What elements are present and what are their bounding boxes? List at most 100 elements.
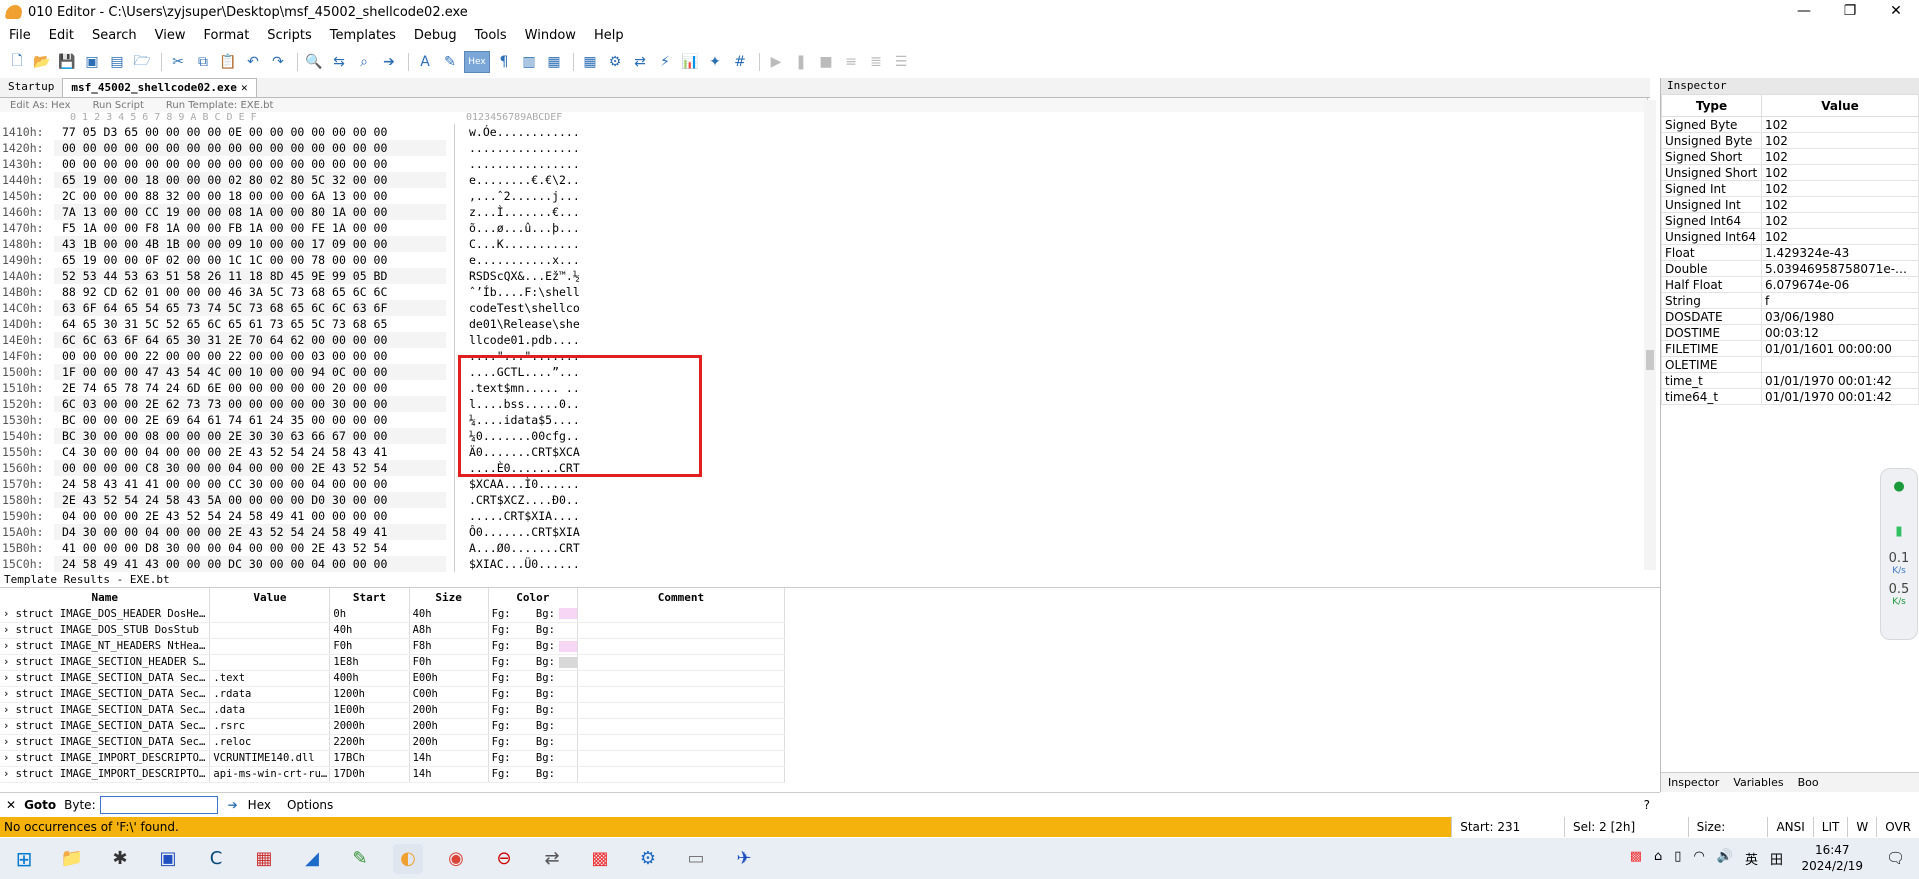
compare-icon[interactable]: ⇄ xyxy=(629,51,651,73)
inspector-value[interactable]: 102 xyxy=(1761,148,1919,165)
template-row[interactable]: › struct IMAGE_IMPORT_DESCRIPTO… api-ms-w… xyxy=(0,766,785,783)
template-row[interactable]: › struct IMAGE_SECTION_DATA Sec… .text 400… xyxy=(0,670,785,687)
inspector-row[interactable]: Half Float 6.079674e-06 xyxy=(1661,276,1919,293)
expand-arrow-icon[interactable]: › xyxy=(3,768,16,780)
scroll-thumb[interactable] xyxy=(1646,350,1654,370)
save-as-icon[interactable]: ▣ xyxy=(81,51,103,73)
binary-icon[interactable]: ▦ xyxy=(543,51,565,73)
inspector-value[interactable]: 00:03:12 xyxy=(1761,324,1919,341)
row-bytes[interactable]: BC 00 00 00 2E 69 64 61 74 61 24 35 00 0… xyxy=(54,412,446,428)
edit-as-dropdown[interactable]: Edit As: Hex xyxy=(10,100,71,111)
network-tray-icon[interactable]: ⌂ xyxy=(1654,849,1662,868)
row-ascii[interactable]: codeTest\shellco xyxy=(454,300,614,316)
bg-swatch[interactable] xyxy=(559,705,576,716)
row-bytes[interactable]: 24 58 43 41 41 00 00 00 CC 30 00 00 04 0… xyxy=(54,476,446,492)
template-color[interactable]: Fg: Bg: xyxy=(488,702,578,719)
inspector-value[interactable] xyxy=(1761,356,1919,373)
row-ascii[interactable]: Ô0.......CRT$XIA xyxy=(454,524,614,540)
expand-arrow-icon[interactable]: › xyxy=(3,688,16,700)
hex-dropdown[interactable]: Hex xyxy=(248,798,271,812)
device-app-icon[interactable]: ▭ xyxy=(681,844,711,874)
inspector-value[interactable]: 03/06/1980 xyxy=(1761,308,1919,325)
inspector-row[interactable]: Double 5.03946958758071e-… xyxy=(1661,260,1919,277)
row-ascii[interactable]: llcode01.pdb.... xyxy=(454,332,614,348)
cut-icon[interactable]: ✂ xyxy=(167,51,189,73)
col-color[interactable]: Color xyxy=(488,588,578,606)
row-bytes[interactable]: 2E 43 52 54 24 58 43 5A 00 00 00 00 D0 3… xyxy=(54,492,446,508)
hex-scrollbar[interactable] xyxy=(1644,100,1656,570)
row-ascii[interactable]: e...........x... xyxy=(454,252,614,268)
columns-icon[interactable]: ▥ xyxy=(518,51,540,73)
language-indicator[interactable]: 英 xyxy=(1745,849,1758,868)
step-icon[interactable]: ≡ xyxy=(840,51,862,73)
font-icon[interactable]: A xyxy=(414,51,436,73)
row-bytes[interactable]: 2E 74 65 78 74 24 6D 6E 00 00 00 00 00 2… xyxy=(54,380,446,396)
col-start[interactable]: Start xyxy=(329,588,410,606)
switch-app-icon[interactable]: ⇄ xyxy=(537,844,567,874)
open-folder-icon[interactable]: 🗁 xyxy=(131,51,153,73)
maximize-button[interactable]: ❐ xyxy=(1827,0,1873,24)
bug-tool-icon[interactable]: ✱ xyxy=(105,844,135,874)
inspector-row[interactable]: time_t 01/01/1970 00:01:42 xyxy=(1661,372,1919,389)
row-bytes[interactable]: F5 1A 00 00 F8 1A 00 00 FB 1A 00 00 FE 1… xyxy=(54,220,446,236)
template-color[interactable]: Fg: Bg: xyxy=(488,654,578,671)
template-color[interactable]: Fg: Bg: xyxy=(488,606,578,623)
expand-arrow-icon[interactable]: › xyxy=(3,656,16,668)
find-icon[interactable]: 🔍 xyxy=(303,51,325,73)
status-endian[interactable]: LIT xyxy=(1812,817,1848,837)
template-row[interactable]: › struct IMAGE_SECTION_DATA Sec… .data 1E0… xyxy=(0,702,785,719)
template-row[interactable]: › struct IMAGE_SECTION_DATA Sec… .rdata 12… xyxy=(0,686,785,703)
base-converter-icon[interactable]: # xyxy=(729,51,751,73)
row-bytes[interactable]: 64 65 30 31 5C 52 65 6C 65 61 73 65 5C 7… xyxy=(54,316,446,332)
inspector-value[interactable]: 102 xyxy=(1761,228,1919,245)
row-ascii[interactable]: ˆ’Íb....F:\shell xyxy=(454,284,614,300)
row-bytes[interactable]: 24 58 49 41 43 00 00 00 DC 30 00 00 04 0… xyxy=(54,556,446,572)
find-in-files-icon[interactable]: ⌕ xyxy=(353,51,375,73)
row-ascii[interactable]: ,...ˆ2......j... xyxy=(454,188,614,204)
expand-arrow-icon[interactable]: › xyxy=(3,736,16,748)
notepad-app-icon[interactable]: ✎ xyxy=(345,844,375,874)
template-row[interactable]: › struct IMAGE_DOS_STUB DosStub 40h A8h Fg:… xyxy=(0,622,785,639)
expand-arrow-icon[interactable]: › xyxy=(3,704,16,716)
inspector-row[interactable]: time64_t 01/01/1970 00:01:42 xyxy=(1661,388,1919,405)
goto-close-icon[interactable]: ✕ xyxy=(6,798,16,812)
inspector-row[interactable]: Unsigned Int64 102 xyxy=(1661,228,1919,245)
run-icon[interactable]: ▶ xyxy=(765,51,787,73)
row-ascii[interactable]: $XIAC...Ü0...... xyxy=(454,556,614,572)
template-color[interactable]: Fg: Bg: xyxy=(488,734,578,751)
row-bytes[interactable]: 2C 00 00 00 88 32 00 00 18 00 00 00 6A 1… xyxy=(54,188,446,204)
inspector-value[interactable]: 1.429324e-43 xyxy=(1761,244,1919,261)
options-dropdown[interactable]: Options xyxy=(287,798,333,812)
status-write[interactable]: W xyxy=(1847,817,1876,837)
row-bytes[interactable]: 63 6F 64 65 54 65 73 74 5C 73 68 65 6C 6… xyxy=(54,300,446,316)
template-color[interactable]: Fg: Bg: xyxy=(488,670,578,687)
new-file-icon[interactable]: 🗋 xyxy=(6,51,28,73)
tab-bookmarks[interactable]: Boo xyxy=(1791,776,1826,789)
inspector-value[interactable]: 01/01/1970 00:01:42 xyxy=(1761,388,1919,405)
row-ascii[interactable]: A...Ø0.......CRT xyxy=(454,540,614,556)
row-bytes[interactable]: D4 30 00 00 04 00 00 00 2E 43 52 54 24 5… xyxy=(54,524,446,540)
run-script-dropdown[interactable]: Run Script xyxy=(93,100,144,111)
inspector-value[interactable]: 6.079674e-06 xyxy=(1761,276,1919,293)
inspector-row[interactable]: DOSDATE 03/06/1980 xyxy=(1661,308,1919,325)
menu-edit[interactable]: Edit xyxy=(40,28,83,43)
red-app-icon[interactable]: ⊖ xyxy=(489,844,519,874)
status-overwrite[interactable]: OVR xyxy=(1876,817,1919,837)
col-name[interactable]: Name xyxy=(0,588,211,606)
color-tray-icon[interactable]: ▩ xyxy=(1630,849,1642,868)
highlight-icon[interactable]: ✎ xyxy=(439,51,461,73)
template-color[interactable]: Fg: Bg: xyxy=(488,686,578,703)
row-bytes[interactable]: 77 05 D3 65 00 00 00 00 0E 00 00 00 00 0… xyxy=(54,124,446,140)
bg-swatch[interactable] xyxy=(559,737,576,748)
clock[interactable]: 16:47 2024/2/19 xyxy=(1801,842,1863,874)
row-bytes[interactable]: 7A 13 00 00 CC 19 00 00 08 1A 00 00 80 1… xyxy=(54,204,446,220)
goto-arrow-icon[interactable]: ➔ xyxy=(228,798,238,812)
close-button[interactable]: ✕ xyxy=(1873,0,1919,24)
inspector-value[interactable]: f xyxy=(1761,292,1919,309)
inspector-row[interactable]: Signed Int 102 xyxy=(1661,180,1919,197)
goto-icon[interactable]: ➔ xyxy=(378,51,400,73)
tab-file[interactable]: msf_45002_shellcode02.exe ✕ xyxy=(62,78,257,97)
undo-icon[interactable]: ↶ xyxy=(242,51,264,73)
inspector-value[interactable]: 102 xyxy=(1761,212,1919,229)
inspector-row[interactable]: String f xyxy=(1661,292,1919,309)
